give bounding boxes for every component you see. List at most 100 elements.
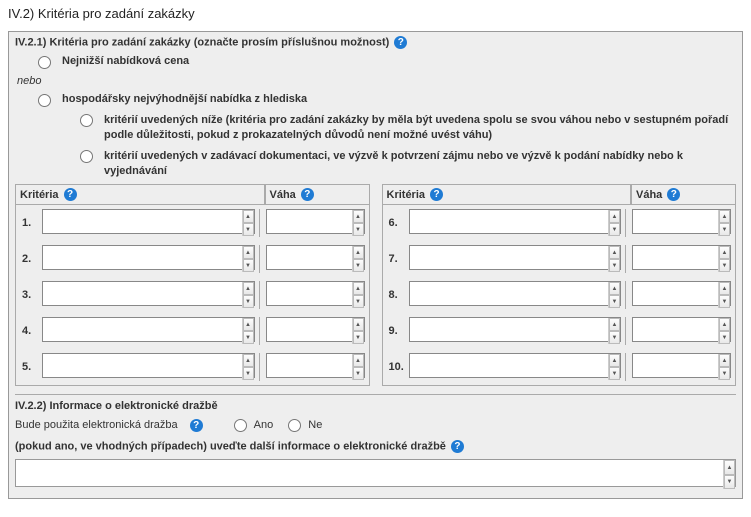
spin-up-icon[interactable]: ▲ xyxy=(609,246,620,259)
radio-auction-no-label: Ne xyxy=(308,419,322,431)
spin-up-icon[interactable]: ▲ xyxy=(353,246,364,259)
vaha-input[interactable] xyxy=(632,209,731,234)
row-number: 4. xyxy=(20,325,42,337)
spin-down-icon[interactable]: ▼ xyxy=(609,223,620,236)
section-title: IV.2) Kritéria pro zadání zakázky xyxy=(8,6,743,21)
kriteria-input[interactable] xyxy=(42,353,255,378)
help-icon[interactable]: ? xyxy=(430,188,443,201)
spin-up-icon[interactable]: ▲ xyxy=(609,210,620,223)
iv21-header: IV.2.1) Kritéria pro zadání zakázky (ozn… xyxy=(15,36,736,49)
kriteria-input[interactable] xyxy=(42,245,255,270)
spin-up-icon[interactable]: ▲ xyxy=(353,318,364,331)
spinner: ▲ ▼ xyxy=(242,210,254,236)
kriteria-input[interactable] xyxy=(409,353,622,378)
vaha-input-wrap: ▲ ▼ xyxy=(266,281,365,309)
kriteria-input[interactable] xyxy=(409,209,622,234)
vaha-input[interactable] xyxy=(266,317,365,342)
vaha-input[interactable] xyxy=(632,353,731,378)
spin-down-icon[interactable]: ▼ xyxy=(609,331,620,344)
help-icon[interactable]: ? xyxy=(667,188,680,201)
spin-down-icon[interactable]: ▼ xyxy=(353,331,364,344)
radio-econ[interactable] xyxy=(38,94,51,107)
spin-up-icon[interactable]: ▲ xyxy=(609,318,620,331)
help-icon[interactable]: ? xyxy=(394,36,407,49)
spin-up-icon[interactable]: ▲ xyxy=(243,318,254,331)
vaha-input[interactable] xyxy=(266,281,365,306)
spin-down-icon[interactable]: ▼ xyxy=(243,295,254,308)
kriteria-input-wrap: ▲ ▼ xyxy=(409,317,622,345)
spin-up-icon[interactable]: ▲ xyxy=(609,282,620,295)
spin-down-icon[interactable]: ▼ xyxy=(353,367,364,380)
vaha-input-wrap: ▲ ▼ xyxy=(632,209,731,237)
kriteria-input[interactable] xyxy=(409,281,622,306)
spinner: ▲ ▼ xyxy=(242,246,254,272)
help-icon[interactable]: ? xyxy=(64,188,77,201)
spin-up-icon[interactable]: ▲ xyxy=(719,282,730,295)
spin-down-icon[interactable]: ▼ xyxy=(243,367,254,380)
radio-auction-yes[interactable] xyxy=(234,419,247,432)
spin-down-icon[interactable]: ▼ xyxy=(243,259,254,272)
spin-up-icon[interactable]: ▲ xyxy=(719,354,730,367)
vaha-input[interactable] xyxy=(632,317,731,342)
kriteria-input[interactable] xyxy=(409,245,622,270)
radio-criteria-docs-label: kritérií uvedených v zadávací dokumentac… xyxy=(104,149,736,179)
spin-down-icon[interactable]: ▼ xyxy=(719,367,730,380)
radio-lowest-price-row: Nejnižší nabídková cena xyxy=(33,55,736,69)
spin-down-icon[interactable]: ▼ xyxy=(609,367,620,380)
kriteria-input[interactable] xyxy=(42,317,255,342)
spin-down-icon[interactable]: ▼ xyxy=(719,259,730,272)
spinner: ▲ ▼ xyxy=(718,354,730,380)
spin-up-icon[interactable]: ▲ xyxy=(719,246,730,259)
help-icon[interactable]: ? xyxy=(451,440,464,453)
help-icon[interactable]: ? xyxy=(190,419,203,432)
spin-up-icon[interactable]: ▲ xyxy=(243,282,254,295)
radio-criteria-docs[interactable] xyxy=(80,150,93,163)
vaha-input[interactable] xyxy=(632,281,731,306)
label-nebo: nebo xyxy=(17,75,734,87)
radio-lowest-price[interactable] xyxy=(38,56,51,69)
spin-down-icon[interactable]: ▼ xyxy=(353,259,364,272)
spin-down-icon[interactable]: ▼ xyxy=(609,295,620,308)
spin-down-icon[interactable]: ▼ xyxy=(719,223,730,236)
spin-up-icon[interactable]: ▲ xyxy=(609,354,620,367)
spin-up-icon[interactable]: ▲ xyxy=(243,354,254,367)
spin-up-icon[interactable]: ▲ xyxy=(724,460,735,475)
auction-question-row: Bude použita elektronická dražba ? Ano N… xyxy=(15,418,736,432)
spin-up-icon[interactable]: ▲ xyxy=(243,246,254,259)
spin-down-icon[interactable]: ▼ xyxy=(724,475,735,490)
row-number: 7. xyxy=(387,253,409,265)
spin-up-icon[interactable]: ▲ xyxy=(353,210,364,223)
row-number: 10. xyxy=(387,361,409,373)
spin-down-icon[interactable]: ▼ xyxy=(719,331,730,344)
kriteria-input-wrap: ▲ ▼ xyxy=(42,245,255,273)
vaha-input[interactable] xyxy=(632,245,731,270)
spin-down-icon[interactable]: ▼ xyxy=(719,295,730,308)
kriteria-input-wrap: ▲ ▼ xyxy=(409,209,622,237)
kriteria-input[interactable] xyxy=(42,281,255,306)
spin-down-icon[interactable]: ▼ xyxy=(243,223,254,236)
kriteria-input[interactable] xyxy=(42,209,255,234)
row-number: 3. xyxy=(20,289,42,301)
spin-down-icon[interactable]: ▼ xyxy=(353,223,364,236)
auction-info-textarea[interactable] xyxy=(15,459,736,487)
spin-up-icon[interactable]: ▲ xyxy=(353,354,364,367)
spin-up-icon[interactable]: ▲ xyxy=(353,282,364,295)
spin-up-icon[interactable]: ▲ xyxy=(719,210,730,223)
help-icon[interactable]: ? xyxy=(301,188,314,201)
vaha-input[interactable] xyxy=(266,209,365,234)
row-number: 9. xyxy=(387,325,409,337)
spin-up-icon[interactable]: ▲ xyxy=(243,210,254,223)
vaha-input[interactable] xyxy=(266,245,365,270)
spin-up-icon[interactable]: ▲ xyxy=(719,318,730,331)
auction-question-text: Bude použita elektronická dražba xyxy=(15,419,178,431)
vaha-input[interactable] xyxy=(266,353,365,378)
radio-criteria-below[interactable] xyxy=(80,114,93,127)
radio-auction-no[interactable] xyxy=(288,419,301,432)
spinner: ▲ ▼ xyxy=(242,354,254,380)
spin-down-icon[interactable]: ▼ xyxy=(243,331,254,344)
spin-down-icon[interactable]: ▼ xyxy=(353,295,364,308)
kriteria-input[interactable] xyxy=(409,317,622,342)
spin-down-icon[interactable]: ▼ xyxy=(609,259,620,272)
spinner: ▲ ▼ xyxy=(608,318,620,344)
spinner: ▲ ▼ xyxy=(718,318,730,344)
